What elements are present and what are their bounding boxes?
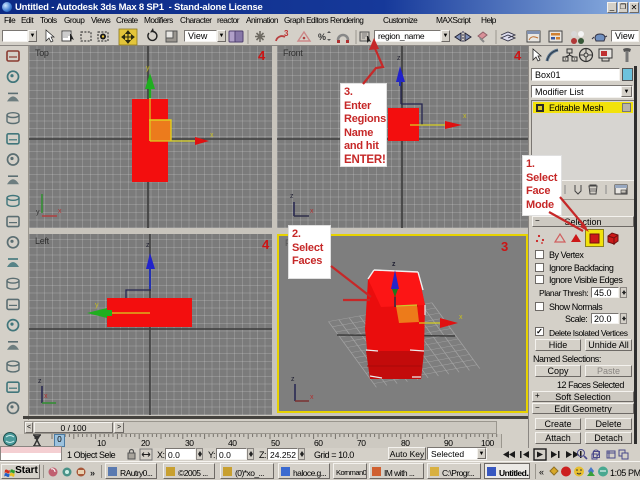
svg-text:z: z (146, 242, 150, 249)
svg-text:y: y (95, 302, 99, 309)
svg-text:y: y (146, 65, 150, 72)
svg-text:z: z (38, 378, 42, 385)
svg-text:x: x (210, 132, 214, 139)
svg-text:x: x (463, 113, 467, 120)
svg-text:%: % (318, 32, 326, 42)
svg-text:x: x (310, 208, 314, 215)
svg-text:x: x (310, 394, 314, 401)
svg-text:z: z (397, 55, 401, 62)
svg-text:z: z (291, 376, 295, 383)
svg-text:z: z (290, 193, 294, 200)
svg-text:3: 3 (284, 29, 289, 38)
svg-text:z: z (392, 261, 396, 268)
svg-text:»: » (90, 468, 95, 478)
svg-text:x: x (44, 393, 48, 400)
svg-text:y: y (36, 209, 40, 216)
svg-text:x: x (459, 314, 463, 321)
svg-text:x: x (58, 208, 62, 215)
